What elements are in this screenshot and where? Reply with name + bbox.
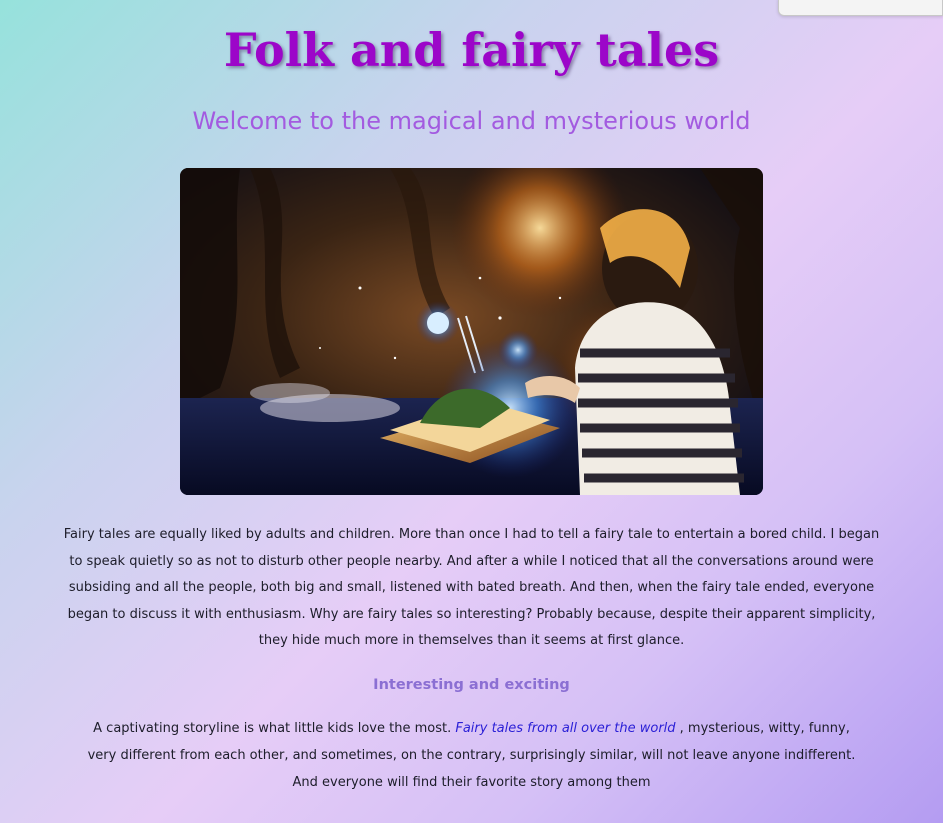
page-subtitle: Welcome to the magical and mysterious wo… (192, 107, 751, 135)
story-line-3: And everyone will find their favorite st… (292, 774, 651, 790)
section-heading: Interesting and exciting (373, 676, 570, 693)
fairy-tales-link[interactable]: Fairy tales from all over the world (455, 721, 675, 736)
story-line-1-start: A captivating storyline is what little k… (93, 720, 456, 736)
hero-image (180, 168, 763, 495)
browser-popup-edge (778, 0, 943, 16)
story-line-2: very different from each other, and some… (87, 747, 856, 763)
story-line-1-end: , mysterious, witty, funny, (675, 720, 850, 736)
intro-paragraph: Fairy tales are equally liked by adults … (63, 527, 880, 648)
story-paragraph: A captivating storyline is what little k… (42, 715, 902, 796)
story-line-1: A captivating storyline is what little k… (42, 715, 902, 742)
page: Folk and fairy tales Welcome to the magi… (0, 0, 943, 796)
